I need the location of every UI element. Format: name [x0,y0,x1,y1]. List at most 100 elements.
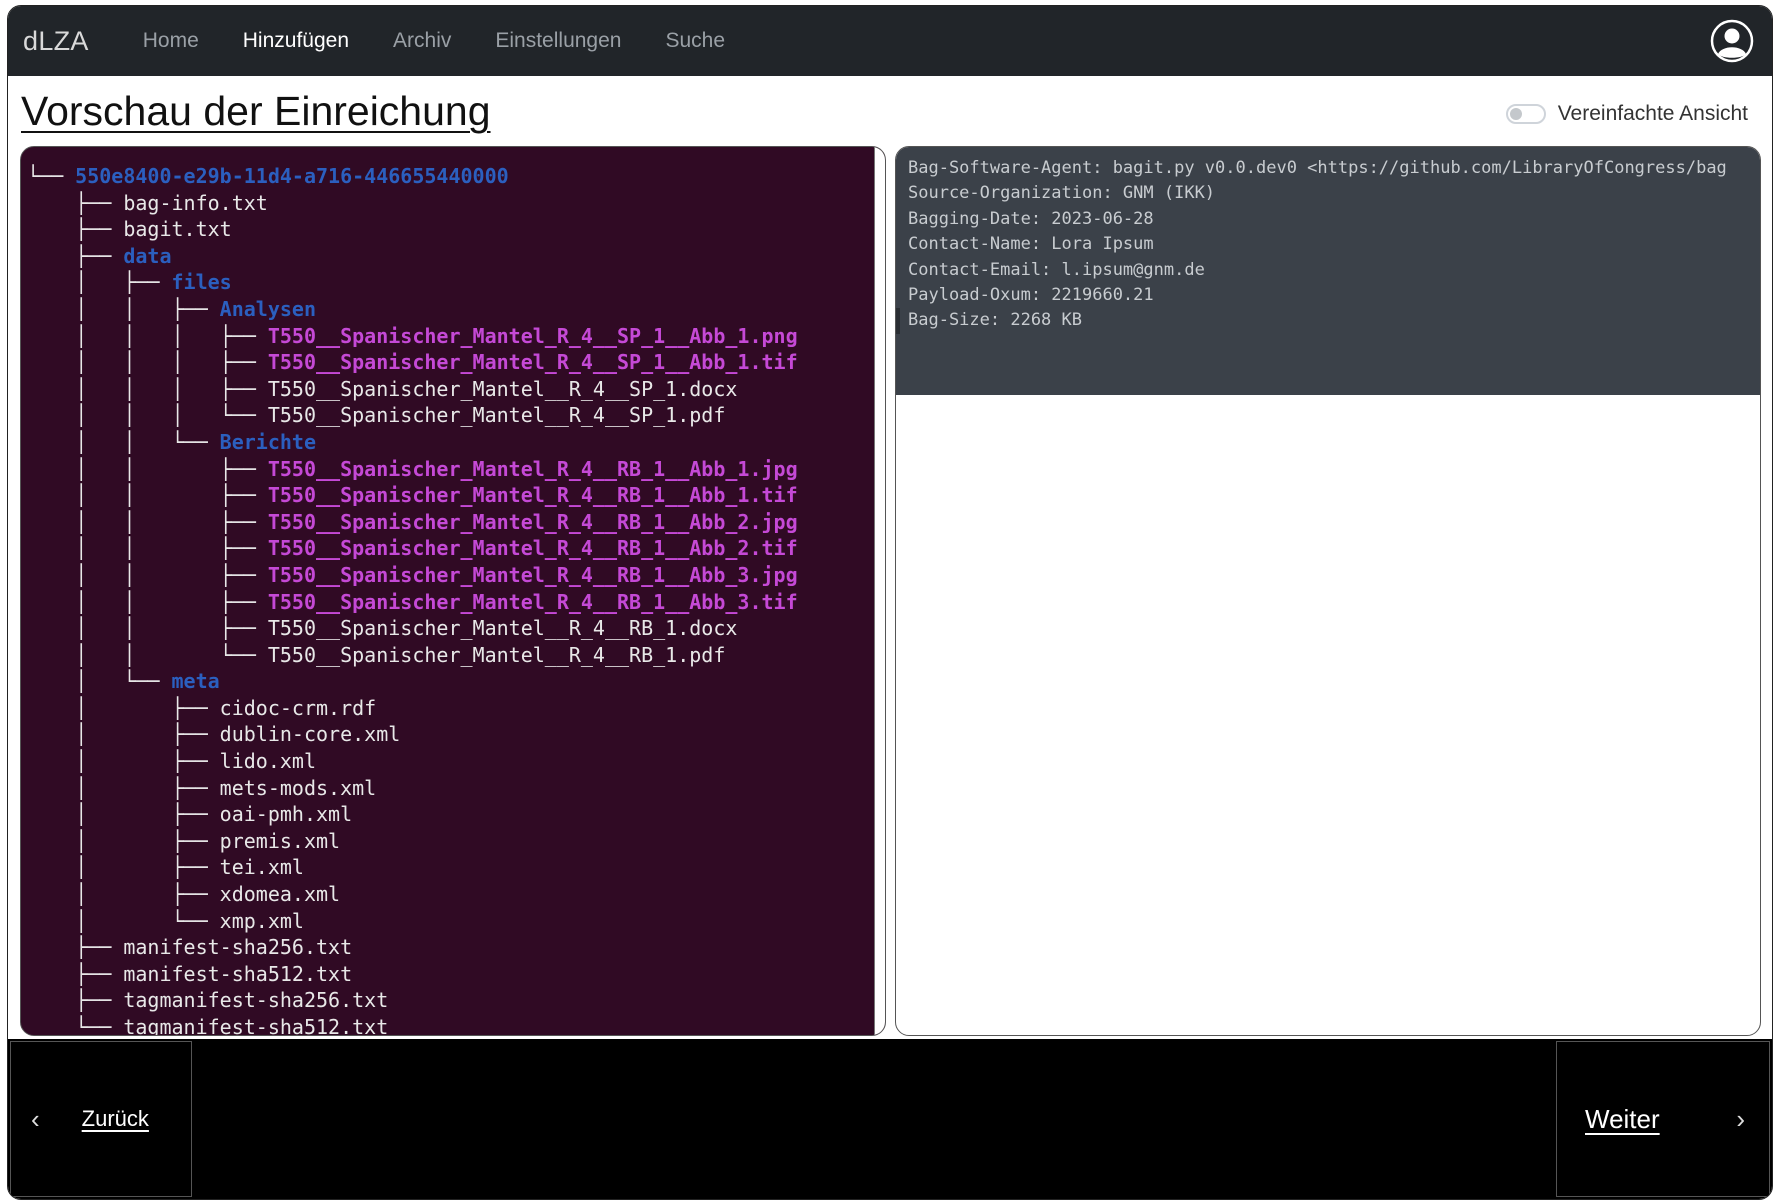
tree-branch: │ │ ├── [27,456,268,481]
nav-link-einstellungen[interactable]: Einstellungen [495,29,621,53]
tree-file: │ ├── lido.xml [27,748,885,775]
tree-branch: └── [27,164,76,188]
toggle-switch[interactable] [1505,104,1546,124]
tree-entry-name: lido.xml [219,749,316,774]
brand-logo[interactable]: dLZA [23,26,89,57]
tree-entry-name: cidoc-crm.rdf [219,695,377,720]
tree-file: ├── manifest-sha256.txt [27,934,885,961]
nav-link-home[interactable]: Home [143,29,199,53]
tree-entry-name: xdomea.xml [219,882,341,907]
tree-file: │ │ └── T550__Spanischer_Mantel__R_4__RB… [27,642,885,669]
tree-file: │ ├── tei.xml [27,854,885,881]
tree-entry-name: tagmanifest-sha256.txt [123,988,389,1013]
tree-file: ├── bagit.txt [27,216,885,243]
footer-nav: ‹ Zurück Weiter › [8,1039,1772,1199]
tree-branch: │ │ ├── [27,616,268,641]
tree-entry-name: T550__Spanischer_Mantel_R_4__SP_1__Abb_1… [267,350,798,375]
next-button[interactable]: Weiter › [1556,1041,1770,1197]
tree-directory: │ └── meta [27,668,885,695]
tree-branch: ├── [27,243,124,268]
tree-branch: │ │ ├── [27,296,220,321]
tree-directory: │ │ └── Berichte [27,429,885,456]
tree-branch: │ ├── [27,828,220,853]
tree-file: │ │ ├── T550__Spanischer_Mantel_R_4__RB_… [27,482,885,509]
tree-directory: └── 550e8400-e29b-11d4-a716-446655440000 [27,163,885,190]
tree-entry-name: T550__Spanischer_Mantel_R_4__RB_1__Abb_2… [267,509,798,534]
back-button[interactable]: ‹ Zurück [10,1041,192,1197]
tree-entry-name: 550e8400-e29b-11d4-a716-446655440000 [75,164,509,188]
tree-entry-name: mets-mods.xml [219,775,377,800]
user-circle-icon[interactable] [1710,19,1754,63]
tree-entry-name: T550__Spanischer_Mantel_R_4__RB_1__Abb_1… [267,456,798,481]
tree-file: └── tagmanifest-sha512.txt [27,1014,885,1036]
bag-info-line: Bag-Size: 2268 KB [896,308,1760,334]
tree-entry-name: T550__Spanischer_Mantel_R_4__RB_1__Abb_2… [267,536,798,561]
tree-branch: ├── [27,988,124,1013]
tree-entry-name: meta [171,669,220,694]
tree-branch: │ │ ├── [27,536,268,561]
tree-file: ├── bag-info.txt [27,190,885,217]
tree-entry-name: manifest-sha512.txt [123,961,353,986]
tree-entry-name: tei.xml [219,855,304,880]
tree-entry-name: Analysen [219,296,316,321]
tree-entry-name: T550__Spanischer_Mantel_R_4__RB_1__Abb_3… [267,562,798,587]
back-button-label: Zurück [81,1106,149,1131]
tree-branch: ├── [27,935,124,960]
nav-link-archiv[interactable]: Archiv [393,29,451,53]
bag-info-line: Bagging-Date: 2023-06-28 [908,208,1154,229]
tree-entry-name: oai-pmh.xml [219,802,353,827]
tree-entry-name: T550__Spanischer_Mantel__R_4__SP_1.pdf [267,403,726,428]
bag-info-line: Contact-Email: l.ipsum@gnm.de [908,259,1205,280]
chevron-left-icon: ‹ [31,1103,40,1134]
nav-link-suche[interactable]: Suche [665,29,725,53]
bag-info-panel: Bag-Software-Agent: bagit.py v0.0.dev0 <… [895,146,1761,1036]
tree-file: ├── tagmanifest-sha256.txt [27,987,885,1014]
tree-branch: │ │ │ ├── [27,376,268,401]
bag-info-line: Source-Organization: GNM (IKK) [908,183,1216,204]
tree-file: │ │ ├── T550__Spanischer_Mantel__R_4__RB… [27,615,885,642]
tree-entry-name: T550__Spanischer_Mantel_R_4__RB_1__Abb_1… [267,483,798,508]
tree-entry-name: premis.xml [219,828,341,853]
next-button-label: Weiter [1585,1103,1660,1134]
simplified-view-toggle[interactable]: Vereinfachte Ansicht [1505,102,1748,126]
tree-directory: │ ├── files [27,269,885,296]
tree-branch: │ │ └── [27,642,268,667]
toggle-knob [1509,108,1522,120]
file-tree: └── 550e8400-e29b-11d4-a716-446655440000… [21,147,885,1036]
tree-file: │ │ ├── T550__Spanischer_Mantel_R_4__RB_… [27,562,885,589]
tree-entry-name: T550__Spanischer_Mantel__R_4__RB_1.pdf [267,642,726,667]
tree-branch: │ │ ├── [27,562,268,587]
tree-branch: │ ├── [27,855,220,880]
tree-branch: │ ├── [27,270,172,295]
tree-branch: │ ├── [27,695,220,720]
tree-file: │ │ ├── T550__Spanischer_Mantel_R_4__RB_… [27,509,885,536]
tree-entry-name: T550__Spanischer_Mantel__R_4__RB_1.docx [267,616,738,641]
tree-entry-name: Berichte [219,429,316,454]
tree-branch: └── [27,1015,124,1036]
tree-entry-name: T550__Spanischer_Mantel_R_4__RB_1__Abb_3… [267,589,798,614]
tree-branch: │ │ │ ├── [27,350,268,375]
tree-file: │ │ ├── T550__Spanischer_Mantel_R_4__RB_… [27,535,885,562]
scrollbar[interactable] [874,147,885,1035]
tree-file: │ └── xmp.xml [27,908,885,935]
tree-entry-name: data [123,243,172,268]
tree-entry-name: manifest-sha256.txt [123,935,353,960]
nav-link-hinzufuegen[interactable]: Hinzufügen [243,29,349,53]
tree-entry-name: bag-info.txt [123,190,268,215]
tree-branch: ├── [27,217,124,242]
bag-info-line: Payload-Oxum: 2219660.21 [908,285,1154,306]
tree-entry-name: dublin-core.xml [219,722,401,747]
tree-branch: │ │ │ └── [27,403,268,428]
tree-file: ├── manifest-sha512.txt [27,961,885,988]
tree-file: │ │ ├── T550__Spanischer_Mantel_R_4__RB_… [27,589,885,616]
tree-entry-name: T550__Spanischer_Mantel_R_4__SP_1__Abb_1… [267,323,798,348]
tree-branch: │ ├── [27,882,220,907]
tree-entry-name: bagit.txt [123,217,232,242]
tree-file: │ │ │ └── T550__Spanischer_Mantel__R_4__… [27,402,885,429]
tree-file: │ │ │ ├── T550__Spanischer_Mantel_R_4__S… [27,323,885,350]
bag-info-line: Bag-Software-Agent: bagit.py v0.0.dev0 <… [908,158,1727,178]
tree-branch: │ │ ├── [27,589,268,614]
tree-branch: │ ├── [27,722,220,747]
bag-info-text: Bag-Software-Agent: bagit.py v0.0.dev0 <… [896,147,1760,395]
tree-branch: ├── [27,961,124,986]
